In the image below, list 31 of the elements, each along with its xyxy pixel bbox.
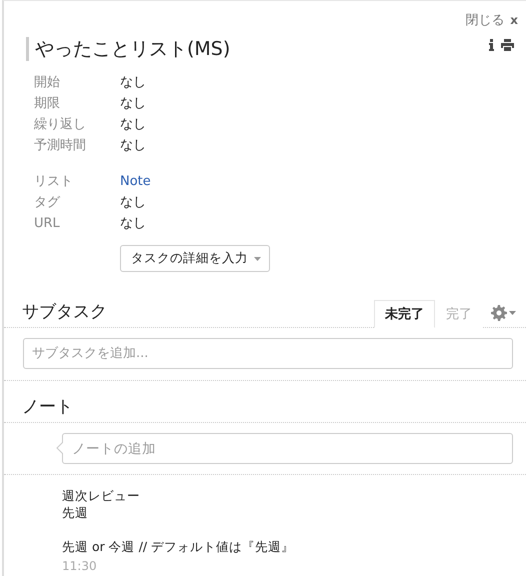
section-title: ノート: [22, 396, 73, 418]
field-value: なし: [120, 137, 146, 155]
note-time: 11:30: [62, 558, 98, 575]
gear-icon: [491, 305, 507, 321]
subtask-tab[interactable]: 未完了: [374, 300, 435, 328]
field-value: なし: [120, 116, 146, 134]
field-label: 開始: [34, 74, 61, 92]
field-value: なし: [120, 74, 146, 92]
field-label: URL: [34, 215, 61, 233]
list-link[interactable]: Note: [120, 173, 151, 191]
caret-icon: [509, 311, 516, 315]
caret-icon: [254, 256, 261, 260]
field-value: なし: [120, 215, 147, 233]
print-icon[interactable]: [501, 39, 514, 51]
note-text: 先週: [62, 504, 89, 521]
field-value: なし: [120, 194, 147, 212]
note-input[interactable]: ノートの追加: [62, 433, 513, 464]
field-label: タグ: [34, 194, 62, 212]
close-button[interactable]: 閉じる x: [465, 11, 518, 31]
note-text: 先週 or 今週 // デフォルト値は『先週』: [62, 538, 296, 555]
field-value: なし: [120, 95, 146, 113]
field-label: 繰り返し: [34, 116, 87, 134]
note-text: 週次レビュー: [62, 487, 141, 504]
field-label: リスト: [34, 173, 74, 191]
field-label: 予測時間: [34, 137, 87, 155]
info-icon[interactable]: [489, 39, 494, 51]
field-label: 期限: [34, 95, 61, 113]
subtask-input[interactable]: サブタスクを追加...: [23, 338, 513, 369]
details-dropdown[interactable]: タスクの詳細を入力: [120, 245, 270, 272]
task-title: やったことリスト(MS): [26, 37, 230, 61]
section-title: サブタスク: [22, 301, 107, 323]
